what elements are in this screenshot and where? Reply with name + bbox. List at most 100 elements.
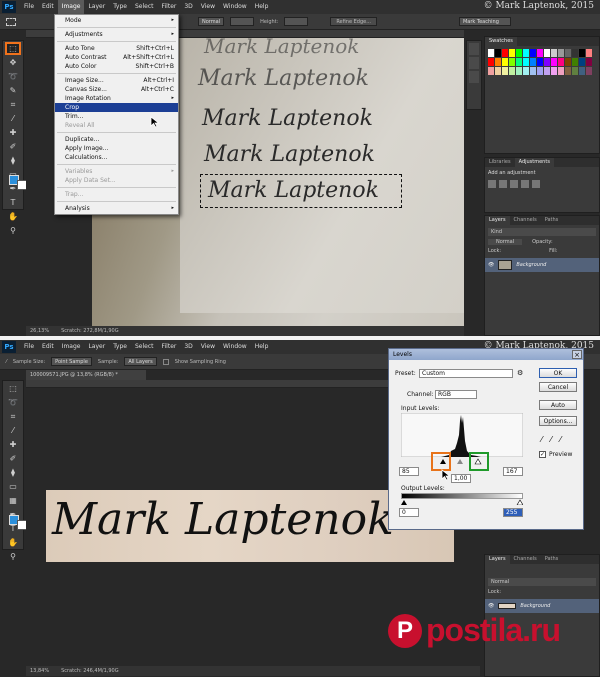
brush-tool-icon[interactable]: ✐	[5, 140, 21, 153]
color-swatch[interactable]	[516, 49, 522, 57]
color-swatch[interactable]	[579, 49, 585, 57]
menu-image[interactable]: Image	[57, 0, 85, 14]
color-swatch[interactable]	[537, 67, 543, 75]
menu-item-image-rotation[interactable]: Image Rotation ▸	[55, 94, 178, 103]
menu-filter[interactable]: Filter	[158, 0, 181, 14]
swatch-grid[interactable]	[488, 49, 598, 79]
width-field[interactable]	[230, 17, 255, 26]
eyedropper-tool-icon[interactable]: ⁄	[5, 424, 21, 437]
menu-layer[interactable]: Layer	[84, 340, 109, 354]
black-eyedropper-icon[interactable]: ⁄	[541, 435, 542, 444]
color-swatch[interactable]	[495, 58, 501, 66]
close-icon[interactable]: ×	[572, 350, 582, 359]
eyedropper-tool-icon[interactable]: ⁄	[5, 112, 21, 125]
levels-icon[interactable]	[499, 180, 507, 188]
input-white-field[interactable]: 167	[503, 467, 523, 476]
color-swatch[interactable]	[488, 49, 494, 57]
cancel-button[interactable]: Cancel	[539, 382, 577, 392]
menu-item-adjustments[interactable]: Adjustments ▸	[55, 30, 178, 39]
color-swatch[interactable]	[537, 49, 543, 57]
layer-row-background[interactable]: 👁 Background	[485, 599, 599, 613]
output-black-field[interactable]: 0	[399, 508, 419, 517]
preset-select[interactable]: Custom	[419, 369, 513, 378]
menu-select[interactable]: Select	[131, 0, 158, 14]
quick-select-tool-icon[interactable]: ✎	[5, 84, 21, 97]
color-swatch[interactable]	[544, 67, 550, 75]
menu-view[interactable]: View	[197, 340, 219, 354]
color-swatch[interactable]	[586, 49, 592, 57]
color-swatch[interactable]	[516, 58, 522, 66]
stamp-tool-icon[interactable]: ⧫	[5, 466, 21, 479]
color-swatch[interactable]	[558, 58, 564, 66]
menu-type[interactable]: Type	[109, 0, 131, 14]
gray-eyedropper-icon[interactable]: ⁄	[550, 435, 551, 444]
rectangular-marquee-tool-icon[interactable]: ⬚	[5, 42, 21, 55]
show-ring-checkbox[interactable]	[162, 358, 169, 365]
color-swatch[interactable]	[516, 67, 522, 75]
move-tool-icon[interactable]: ✥	[5, 56, 21, 69]
crop-tool-icon[interactable]: ⌗	[5, 98, 21, 111]
menu-file[interactable]: File	[20, 0, 38, 14]
visibility-eye-icon[interactable]: 👁	[488, 262, 494, 268]
tab-channels[interactable]: Channels	[510, 555, 541, 564]
color-swatch[interactable]	[544, 49, 550, 57]
brush-tool-icon[interactable]: ✐	[5, 452, 21, 465]
layer-row-background[interactable]: 👁 Background	[485, 258, 599, 272]
rectangular-marquee-tool-icon[interactable]: ⬚	[5, 382, 21, 395]
menu-window[interactable]: Window	[219, 340, 251, 354]
lasso-tool-icon[interactable]: ➰	[5, 70, 21, 83]
tab-paths[interactable]: Paths	[541, 216, 563, 225]
gradient-tool-icon[interactable]: ▦	[5, 494, 21, 507]
color-swatch[interactable]	[579, 67, 585, 75]
color-swatch[interactable]	[558, 49, 564, 57]
type-tool-icon[interactable]: T	[5, 196, 21, 209]
zoom-tool-icon[interactable]: ⚲	[5, 224, 21, 237]
auto-button[interactable]: Auto	[539, 400, 577, 410]
menu-edit[interactable]: Edit	[38, 340, 58, 354]
brightness-icon[interactable]	[488, 180, 496, 188]
sample-select[interactable]: All Layers	[124, 357, 157, 366]
color-swatch[interactable]	[523, 67, 529, 75]
sample-size-select[interactable]: Point Sample	[51, 357, 92, 366]
color-swatch[interactable]	[544, 58, 550, 66]
color-swatch[interactable]	[537, 58, 543, 66]
output-slider-track[interactable]	[401, 499, 523, 505]
tab-adjustments[interactable]: Adjustments	[514, 158, 554, 167]
eyedropper-option-icon[interactable]: ⁄	[6, 359, 7, 365]
color-swatch[interactable]	[572, 67, 578, 75]
height-field[interactable]	[284, 17, 309, 26]
tab-libraries[interactable]: Libraries	[485, 158, 515, 167]
menu-edit[interactable]: Edit	[38, 0, 58, 14]
input-gamma-field[interactable]: 1,00	[451, 474, 471, 483]
tab-layers[interactable]: Layers	[485, 216, 510, 225]
menu-image[interactable]: Image	[58, 340, 85, 354]
hand-tool-icon[interactable]: ✋	[5, 210, 21, 223]
curves-icon[interactable]	[510, 180, 518, 188]
menu-item-canvas-size[interactable]: Canvas Size... Alt+Ctrl+C	[55, 85, 178, 94]
menu-item-analysis[interactable]: Analysis ▸	[55, 204, 178, 213]
color-swatch[interactable]	[530, 67, 536, 75]
tab-swatches[interactable]: Swatches	[485, 37, 517, 46]
gamma-slider[interactable]	[457, 459, 463, 464]
ok-button[interactable]: OK	[539, 368, 577, 378]
preset-options-icon[interactable]: ⚙	[517, 369, 523, 377]
menu-file[interactable]: File	[20, 340, 38, 354]
tab-paths[interactable]: Paths	[541, 555, 563, 564]
menu-item-auto-contrast[interactable]: Auto Contrast Alt+Shift+Ctrl+L	[55, 53, 178, 62]
menu-window[interactable]: Window	[219, 0, 251, 14]
color-swatch[interactable]	[558, 67, 564, 75]
marquee-icon[interactable]	[6, 17, 16, 26]
info-icon[interactable]	[469, 71, 479, 83]
color-swatch[interactable]	[565, 49, 571, 57]
color-swatch[interactable]	[488, 67, 494, 75]
color-swatch[interactable]	[586, 58, 592, 66]
menu-item-image-size[interactable]: Image Size... Alt+Ctrl+I	[55, 76, 178, 85]
history-icon[interactable]	[469, 43, 479, 55]
exposure-icon[interactable]	[521, 180, 529, 188]
hand-tool-icon[interactable]: ✋	[5, 536, 21, 549]
color-swatch[interactable]	[502, 58, 508, 66]
color-swatch[interactable]	[530, 58, 536, 66]
channel-select[interactable]: RGB	[435, 390, 477, 399]
options-button[interactable]: Options...	[539, 416, 577, 426]
stamp-tool-icon[interactable]: ⧫	[5, 154, 21, 167]
